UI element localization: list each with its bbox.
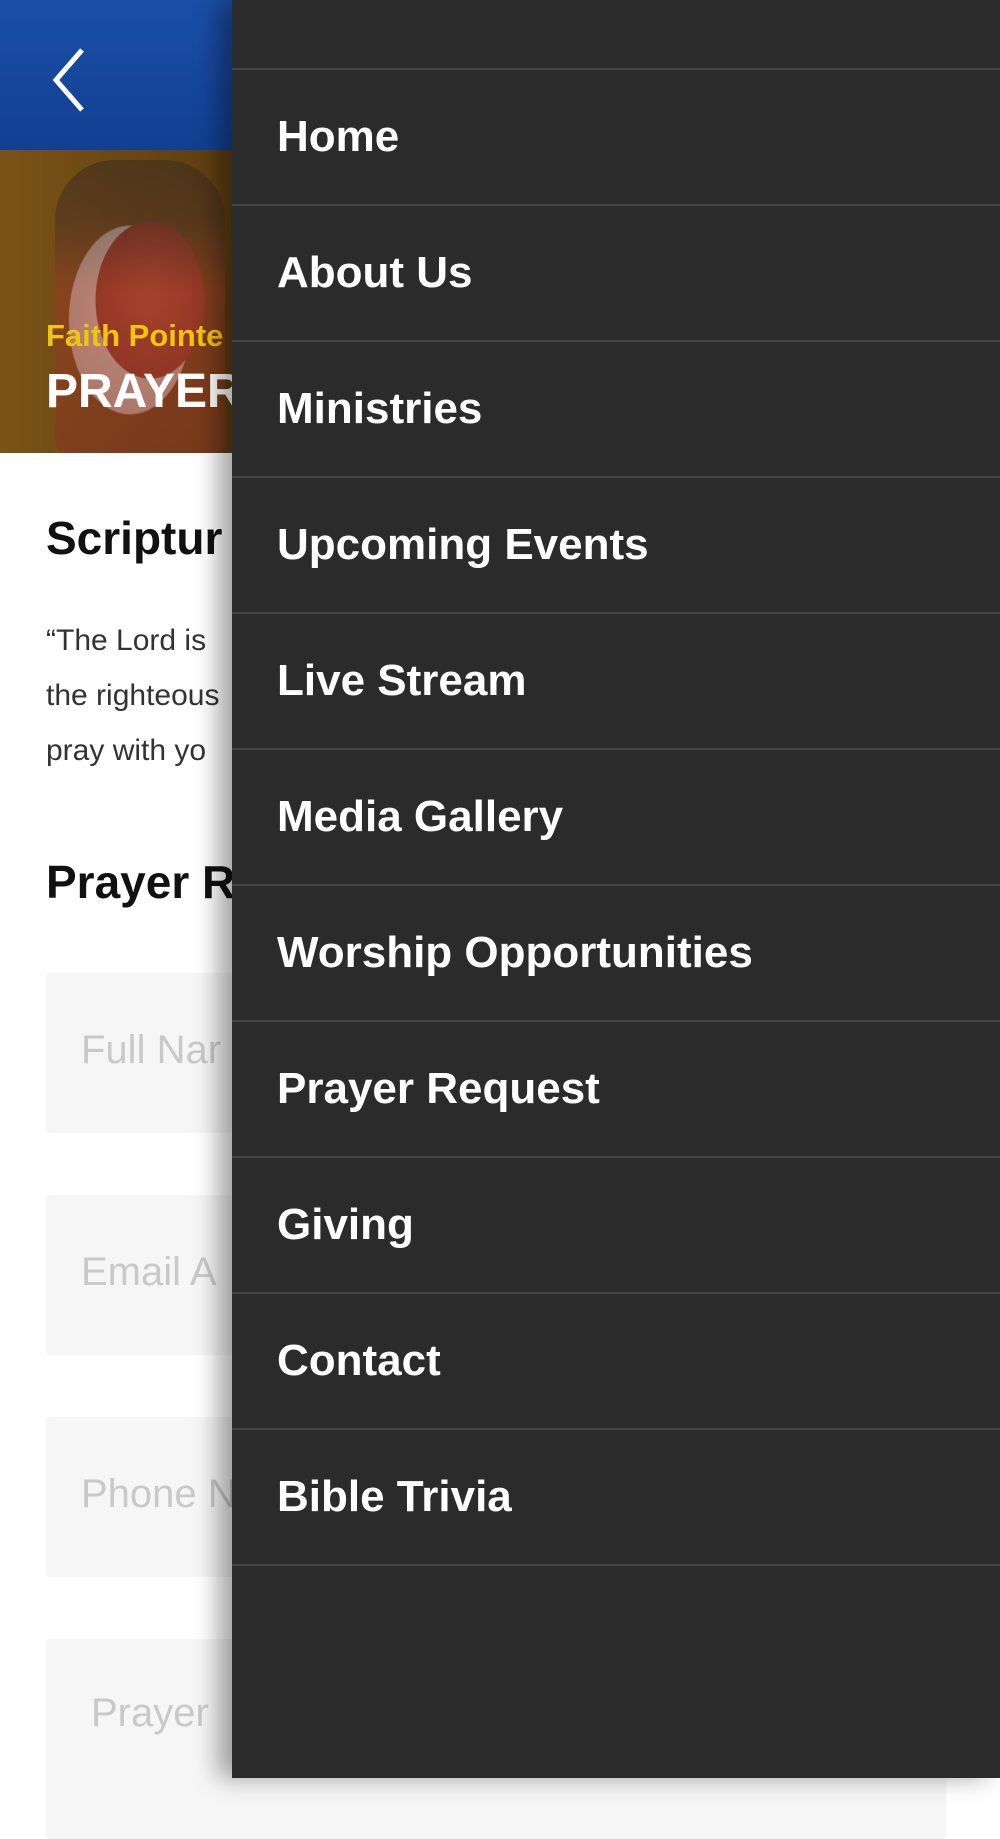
- drawer-menu: Home About Us Ministries Upcoming Events…: [232, 70, 1000, 1566]
- menu-item-label: Contact: [277, 1336, 441, 1385]
- prayer-placeholder: Prayer: [91, 1691, 209, 1735]
- menu-item-contact[interactable]: Contact: [232, 1294, 1000, 1430]
- phone-placeholder: Phone N: [81, 1472, 237, 1516]
- menu-item-label: Worship Opportunities: [277, 928, 753, 977]
- menu-item-label: About Us: [277, 248, 473, 297]
- menu-item-label: Live Stream: [277, 656, 527, 705]
- hero-subtitle: Faith Pointe: [46, 318, 224, 353]
- menu-item-worship-opportunities[interactable]: Worship Opportunities: [232, 886, 1000, 1022]
- menu-item-label: Giving: [277, 1200, 414, 1249]
- menu-item-label: Ministries: [277, 384, 483, 433]
- chevron-left-icon: [52, 48, 84, 112]
- page-title: PRAYER: [46, 365, 242, 418]
- prayer-form-heading: Prayer R: [46, 856, 236, 908]
- menu-item-giving[interactable]: Giving: [232, 1158, 1000, 1294]
- menu-item-live-stream[interactable]: Live Stream: [232, 614, 1000, 750]
- menu-item-label: Upcoming Events: [277, 520, 649, 569]
- scripture-heading: Scriptur: [46, 512, 223, 564]
- menu-item-ministries[interactable]: Ministries: [232, 342, 1000, 478]
- menu-item-home[interactable]: Home: [232, 70, 1000, 206]
- menu-item-upcoming-events[interactable]: Upcoming Events: [232, 478, 1000, 614]
- menu-item-label: Prayer Request: [277, 1064, 600, 1113]
- menu-item-prayer-request[interactable]: Prayer Request: [232, 1022, 1000, 1158]
- menu-item-label: Home: [277, 112, 400, 161]
- menu-item-label: Media Gallery: [277, 792, 564, 841]
- menu-item-bible-trivia[interactable]: Bible Trivia: [232, 1430, 1000, 1566]
- navigation-drawer: Home About Us Ministries Upcoming Events…: [232, 0, 1000, 1778]
- drawer-header: [232, 0, 1000, 70]
- menu-item-media-gallery[interactable]: Media Gallery: [232, 750, 1000, 886]
- email-placeholder: Email A: [81, 1250, 217, 1294]
- menu-item-about-us[interactable]: About Us: [232, 206, 1000, 342]
- back-button[interactable]: [30, 30, 110, 130]
- menu-item-label: Bible Trivia: [277, 1472, 512, 1521]
- full-name-placeholder: Full Nar: [81, 1028, 222, 1072]
